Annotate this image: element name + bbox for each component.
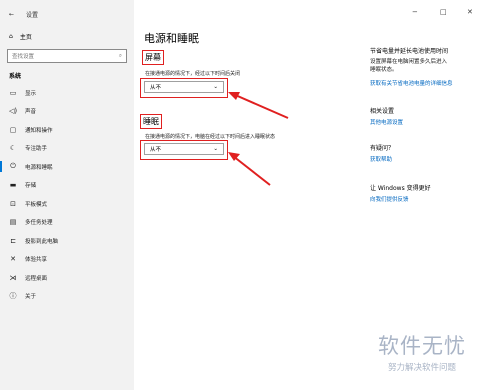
energy-desc-1: 设置屏幕在电脑闲置多久后进入 bbox=[370, 59, 448, 65]
screen-arrow bbox=[232, 93, 289, 119]
watermark-subtitle: 努力解决软件问题 bbox=[387, 363, 456, 373]
watermark-title: 软件无忧 bbox=[378, 334, 466, 358]
watermark: 软件无忧 努力解决软件问题 bbox=[378, 330, 466, 373]
help-title: 有疑问？ bbox=[370, 145, 395, 152]
sleep-arrow bbox=[232, 155, 271, 186]
additional-power-settings-link[interactable]: 其他电源设置 bbox=[370, 118, 403, 126]
feedback-link[interactable]: 向我们提供反馈 bbox=[370, 195, 409, 203]
energy-link[interactable]: 获取有关节省电池电量的详细信息 bbox=[370, 79, 453, 87]
feedback-title: 让 Windows 变得更好 bbox=[370, 185, 431, 192]
related-settings-title: 相关设置 bbox=[370, 108, 395, 115]
energy-title: 节省电量并延长电池使用时间 bbox=[370, 48, 449, 55]
energy-desc-2: 睡眠状态。 bbox=[370, 67, 398, 73]
get-help-link[interactable]: 获取帮助 bbox=[370, 155, 392, 163]
